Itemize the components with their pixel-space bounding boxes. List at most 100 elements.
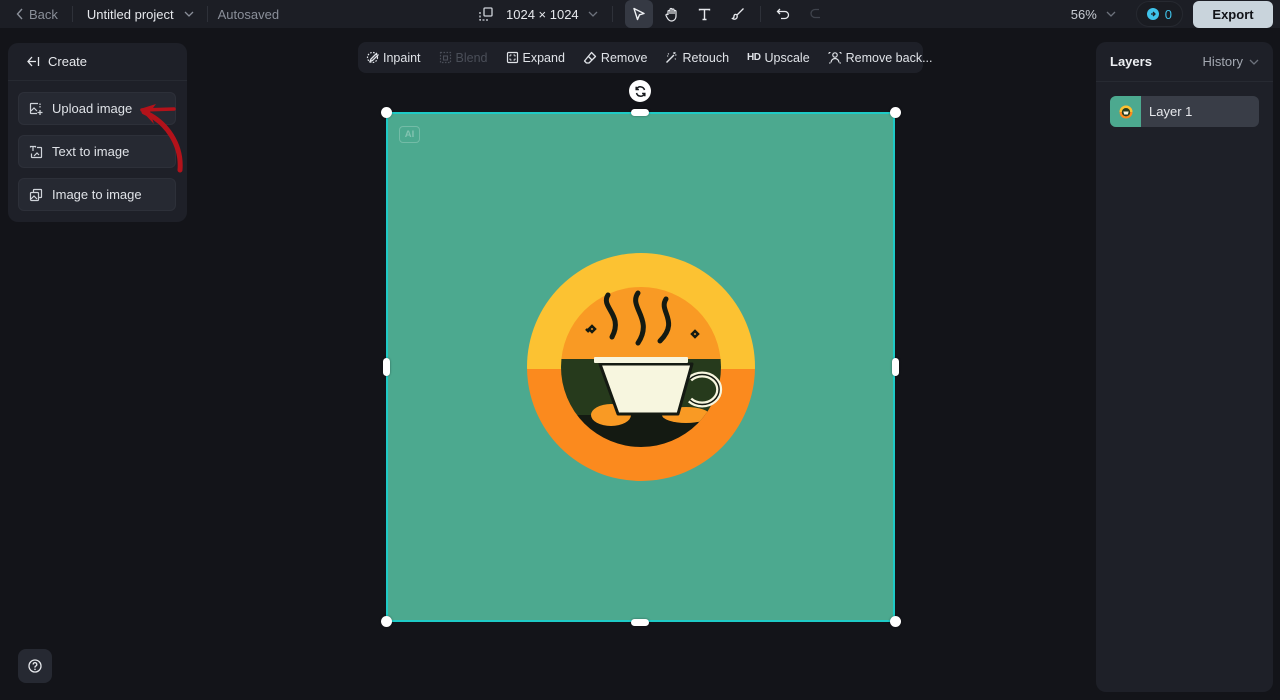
topbar-right: 56% 0 Export	[1071, 0, 1273, 28]
project-name-dropdown[interactable]: Untitled project	[87, 7, 194, 22]
top-bar: Back Untitled project Autosaved 1024 × 1…	[0, 0, 1280, 28]
text-tool-button[interactable]	[691, 0, 719, 28]
layers-panel: Layers History Layer 1	[1096, 42, 1273, 692]
redo-icon	[810, 8, 820, 19]
create-panel-header[interactable]: Create	[8, 43, 187, 81]
text-to-image-icon	[29, 145, 43, 158]
zoom-level: 56%	[1070, 6, 1097, 22]
topbar-center: 1024 × 1024	[472, 0, 830, 28]
undo-button[interactable]	[769, 0, 797, 28]
brush-icon	[731, 8, 744, 20]
upscale-button[interactable]: HD Upscale	[747, 51, 810, 65]
layer-row[interactable]: Layer 1	[1110, 96, 1259, 127]
layer-name: Layer 1	[1149, 104, 1193, 119]
resize-handle-left[interactable]	[383, 358, 390, 376]
inpaint-button[interactable]: Inpaint	[366, 51, 421, 65]
ai-toolbar: Inpaint Blend Expand Remove Retouch HD U…	[358, 42, 933, 73]
remove-label: Remove	[600, 50, 648, 65]
redo-button[interactable]	[802, 0, 830, 28]
collapse-panel-icon	[27, 56, 40, 67]
canvas-artboard[interactable]: AI	[386, 112, 895, 622]
help-button[interactable]	[18, 649, 52, 683]
chevron-left-icon	[16, 8, 23, 20]
cursor-icon	[632, 7, 645, 21]
layers-tab[interactable]: Layers	[1110, 54, 1152, 69]
resize-handle-top[interactable]	[631, 109, 649, 116]
blend-icon	[439, 51, 451, 64]
image-to-image-label: Image to image	[52, 187, 142, 202]
history-label: History	[1202, 54, 1243, 69]
resize-handle-top-right[interactable]	[890, 107, 901, 118]
resize-handle-bottom[interactable]	[631, 619, 649, 626]
brush-tool-button[interactable]	[724, 0, 752, 28]
divider	[611, 6, 613, 22]
chevron-down-icon	[1106, 11, 1116, 17]
retouch-button[interactable]: Retouch	[665, 51, 729, 65]
upload-image-button[interactable]: Upload image	[18, 92, 176, 125]
chevron-down-icon	[1249, 59, 1259, 65]
back-button[interactable]: Back	[16, 7, 58, 22]
image-to-image-icon	[29, 188, 43, 201]
image-to-image-button[interactable]: Image to image	[18, 178, 176, 211]
canvas-image[interactable]: AI	[386, 112, 895, 622]
resize-canvas-button[interactable]	[472, 0, 500, 28]
retouch-label: Retouch	[682, 50, 730, 65]
inpaint-icon	[366, 51, 379, 64]
rotate-icon	[634, 85, 646, 97]
resize-handle-top-left[interactable]	[381, 107, 392, 118]
remove-background-label: Remove back...	[845, 50, 933, 65]
upscale-label: Upscale	[764, 50, 810, 65]
save-status: Autosaved	[217, 6, 280, 22]
credits-count: 0	[1164, 6, 1172, 22]
credits-badge[interactable]: 0	[1135, 1, 1183, 27]
help-icon	[28, 659, 42, 673]
layers-panel-header: Layers History	[1096, 42, 1273, 82]
select-tool-button[interactable]	[624, 0, 653, 28]
hand-tool-button[interactable]	[658, 0, 686, 28]
remove-background-icon	[828, 52, 842, 64]
hand-icon	[665, 7, 677, 22]
ai-badge: AI	[399, 126, 420, 143]
canvas-size-dropdown[interactable]: 1024 × 1024	[506, 7, 598, 22]
coffee-logo-image	[527, 253, 755, 481]
coffee-logo-thumbnail-icon	[1119, 105, 1132, 118]
topbar-left: Back Untitled project Autosaved	[16, 0, 279, 28]
expand-icon	[506, 51, 518, 64]
expand-label: Expand	[522, 50, 565, 65]
blend-button[interactable]: Blend	[439, 51, 488, 65]
hd-icon: HD	[747, 52, 761, 63]
text-to-image-label: Text to image	[52, 144, 130, 159]
rotate-handle[interactable]	[629, 80, 651, 102]
resize-icon	[479, 7, 493, 21]
chevron-down-icon	[184, 11, 194, 17]
text-to-image-button[interactable]: Text to image	[18, 135, 176, 168]
expand-button[interactable]: Expand	[506, 51, 565, 65]
chevron-down-icon	[588, 11, 598, 17]
upload-image-label: Upload image	[52, 101, 133, 116]
inpaint-label: Inpaint	[383, 50, 421, 65]
blend-label: Blend	[455, 50, 488, 65]
resize-handle-bottom-left[interactable]	[381, 616, 392, 627]
divider	[759, 6, 761, 22]
divider	[206, 6, 208, 22]
divider	[71, 6, 73, 22]
upload-image-icon	[29, 102, 43, 115]
layer-thumbnail	[1110, 96, 1141, 127]
project-name: Untitled project	[86, 6, 174, 22]
create-panel-title: Create	[48, 54, 88, 69]
history-dropdown[interactable]: History	[1203, 54, 1259, 69]
text-icon	[698, 8, 711, 20]
credits-icon	[1146, 8, 1159, 20]
export-button[interactable]: Export	[1193, 0, 1273, 28]
remove-button[interactable]: Remove	[583, 50, 648, 65]
remove-background-button[interactable]: Remove back...	[828, 51, 933, 65]
back-label: Back	[29, 6, 58, 22]
create-panel: Create Upload image Text to image Image …	[8, 43, 187, 222]
resize-handle-bottom-right[interactable]	[890, 616, 901, 627]
resize-handle-right[interactable]	[892, 358, 899, 376]
undo-icon	[776, 8, 789, 20]
eraser-icon	[583, 51, 597, 64]
zoom-dropdown[interactable]: 56%	[1071, 7, 1116, 22]
magic-wand-icon	[666, 52, 677, 63]
canvas-size: 1024 × 1024	[506, 6, 579, 22]
